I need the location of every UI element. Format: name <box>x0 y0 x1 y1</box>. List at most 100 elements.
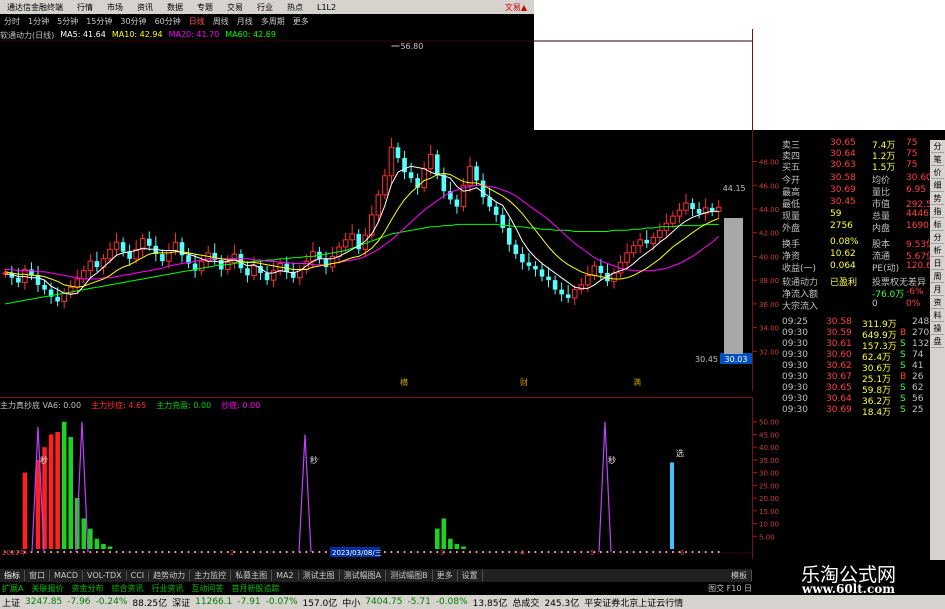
tick-time: 09:30 <box>782 328 808 338</box>
vtool-button[interactable]: 分 <box>931 142 944 153</box>
quote-row: 外盘 2756 内盘 1690 <box>782 221 930 234</box>
period-tab-day[interactable]: 日线 <box>185 16 209 27</box>
indicator-tab[interactable]: 私募主图 <box>231 570 273 581</box>
indicator-bar <box>107 546 113 549</box>
candle-down <box>480 180 486 198</box>
candle-up <box>676 209 683 217</box>
vtool-button[interactable]: 操 <box>931 324 944 335</box>
candle-down <box>127 251 132 259</box>
period-tab-multi[interactable]: 多周期 <box>257 16 289 27</box>
vtool-button[interactable]: 析 <box>931 246 944 257</box>
info-tab[interactable]: 互动问答 <box>191 583 223 594</box>
vtool-button[interactable]: 盘 <box>931 337 944 348</box>
info-tab[interactable]: 行业资讯 <box>151 583 183 594</box>
price-scroll-bar[interactable] <box>724 218 743 354</box>
candle-down <box>539 269 545 277</box>
vertical-toolbar: 分笔价细势指标分析日周月资料操盘 <box>930 140 945 600</box>
period-tab-15min[interactable]: 15分钟 <box>82 16 116 27</box>
menu-item-zhuanti[interactable]: 专题 <box>190 2 220 13</box>
sz-index-name[interactable]: 深证 <box>172 596 190 609</box>
axis-tick-label: 48.00 <box>759 159 779 167</box>
quote-row: 买五 30.63 1.5万 75 <box>782 160 930 173</box>
marker-label: 满 <box>633 377 641 387</box>
sz-index-value: 11266.1 <box>195 597 233 607</box>
indicator-tab[interactable]: 窗口 <box>25 570 50 581</box>
period-tab-fenshi[interactable]: 分时 <box>0 16 24 27</box>
menu-item-shichang[interactable]: 市场 <box>100 2 130 13</box>
vtool-button[interactable]: 细 <box>931 181 944 192</box>
menu-item-jiaoyi[interactable]: 交易 <box>220 2 250 13</box>
candle-down <box>526 262 532 266</box>
candlestick-chart[interactable]: 56.80 44.15 30.45 30.03 横 财 满 <box>0 29 752 391</box>
indicator-dot <box>141 551 144 553</box>
info-tab[interactable]: 首月新股追踪 <box>231 583 279 594</box>
tick-count: 25 <box>912 405 924 415</box>
candle-down <box>16 277 21 283</box>
indicator-dot <box>311 551 314 553</box>
indicator-tab[interactable]: 测试主图 <box>299 570 340 581</box>
indicator-tab[interactable]: VOL-TDX <box>83 571 127 580</box>
indicator-tab[interactable]: MA2 <box>272 571 299 580</box>
f10-button[interactable]: 图交 F10 日 <box>708 583 752 594</box>
menu-item-redian[interactable]: 热点 <box>280 2 310 13</box>
quote-value2: 0 <box>872 299 878 309</box>
tick-price: 30.62 <box>826 361 852 371</box>
menu-item-zixun[interactable]: 资讯 <box>130 2 160 13</box>
quote-value: 59 <box>830 209 842 219</box>
period-tab-more[interactable]: 更多 <box>289 16 313 27</box>
tick-count: 56 <box>912 394 924 404</box>
indicator-tab[interactable]: MACD <box>50 571 83 580</box>
info-tab[interactable]: 扩展A <box>2 583 23 594</box>
menu-item-l1l2[interactable]: L1L2 <box>310 3 343 12</box>
indicator-tab[interactable]: 测试幅图A <box>340 570 387 581</box>
indicator-tab[interactable]: 趋势动力 <box>149 570 191 581</box>
info-tab[interactable]: 综合资讯 <box>111 583 143 594</box>
indicator-bar <box>88 528 93 549</box>
indicator-tab[interactable]: 更多 <box>433 570 458 581</box>
menu-item-hangqing[interactable]: 行情 <box>70 2 100 13</box>
zx-index-name[interactable]: 中小 <box>342 596 360 609</box>
indicator-tab[interactable]: CCI <box>127 571 150 580</box>
period-tab-month[interactable]: 月线 <box>233 16 257 27</box>
candle-down <box>264 273 270 281</box>
indicator-tab[interactable]: 设置 <box>458 570 483 581</box>
indicator-dot <box>704 551 707 553</box>
quote-value: 30.69 <box>830 185 856 195</box>
vtool-button[interactable]: 月 <box>931 285 944 296</box>
vtool-button[interactable]: 势 <box>931 194 944 205</box>
period-tab-1min[interactable]: 1分钟 <box>24 16 53 27</box>
marker-label: 财 <box>520 377 528 387</box>
indicator-tab[interactable]: 指标 <box>0 570 25 581</box>
indicator-dot <box>436 551 439 553</box>
vtool-button[interactable]: 周 <box>931 272 944 283</box>
sh-index-name[interactable]: 上证 <box>2 596 20 609</box>
indicator-tab[interactable]: 主力监控 <box>190 570 232 581</box>
menu-item-shuju[interactable]: 数据 <box>160 2 190 13</box>
indicator-dot <box>325 551 327 553</box>
vtool-button[interactable]: 资 <box>931 298 944 309</box>
period-tab-30min[interactable]: 30分钟 <box>116 16 150 27</box>
template-button[interactable]: 模板 <box>727 570 752 581</box>
info-tab[interactable]: 资金分布 <box>71 583 103 594</box>
vtool-button[interactable]: 价 <box>931 168 944 179</box>
info-tab[interactable]: 关联报价 <box>31 583 63 594</box>
candle-up <box>585 274 591 286</box>
vtool-button[interactable]: 指 <box>931 207 944 218</box>
vtool-button[interactable]: 分 <box>931 233 944 244</box>
indicator-chart[interactable]: 秒 秒 秒 选 2023/03/08/三 2022年 2 3 4 5 6 <box>0 397 752 559</box>
indicator-tab[interactable]: 测试幅图B <box>386 570 433 581</box>
tick-time: 09:30 <box>782 339 808 349</box>
vtool-button[interactable]: 料 <box>931 311 944 322</box>
tick-price: 30.60 <box>826 350 852 360</box>
indicator-dot <box>580 551 583 553</box>
period-tab-60min[interactable]: 60分钟 <box>151 16 185 27</box>
vtool-button[interactable]: 日 <box>931 259 944 270</box>
indicator-dot <box>658 551 661 553</box>
vtool-button[interactable]: 标 <box>931 220 944 231</box>
vtool-button[interactable]: 笔 <box>931 155 944 166</box>
menu-item-hangye[interactable]: 行业 <box>250 2 280 13</box>
period-tab-5min[interactable]: 5分钟 <box>53 16 82 27</box>
period-tab-week[interactable]: 周线 <box>209 16 233 27</box>
indicator-dot <box>541 551 543 553</box>
indicator-dot <box>390 551 393 553</box>
